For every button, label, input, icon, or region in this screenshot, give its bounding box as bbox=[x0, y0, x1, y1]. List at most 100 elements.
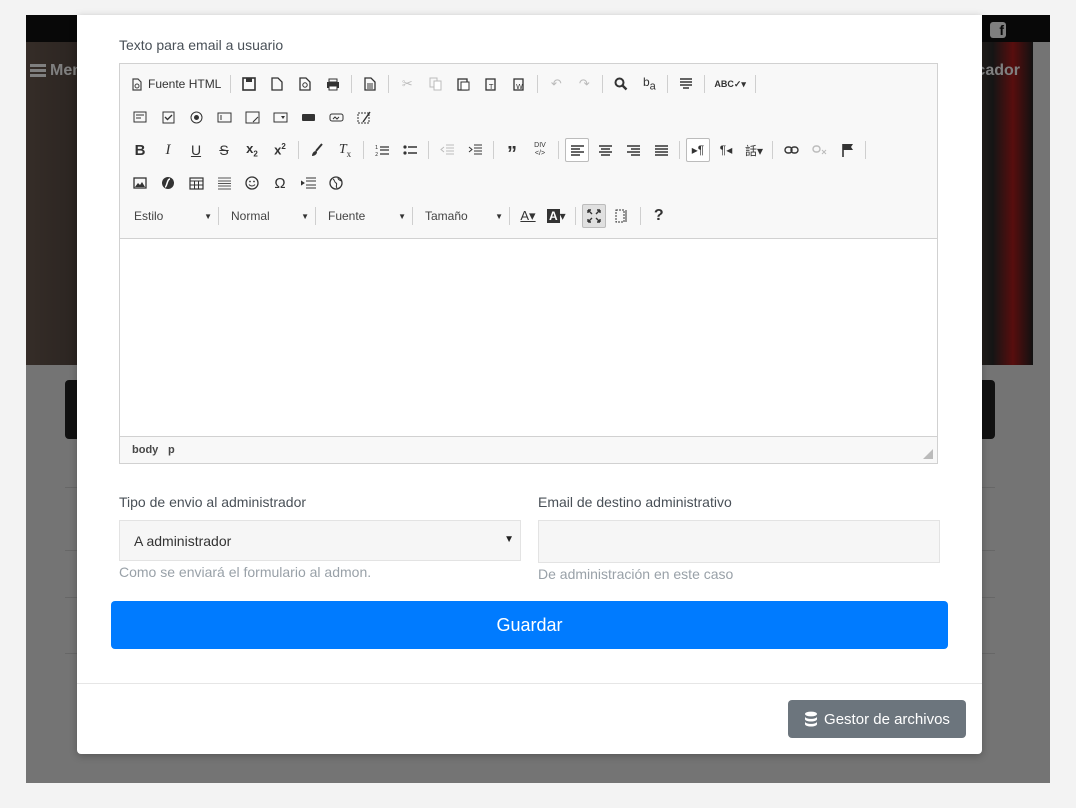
horizontal-rule-button[interactable] bbox=[212, 171, 236, 195]
admin-send-type-label: Tipo de envio al administrador bbox=[119, 494, 307, 510]
save-button[interactable]: Guardar bbox=[111, 601, 948, 649]
language-button[interactable]: 話▾ bbox=[742, 138, 766, 162]
ltr-direction-button[interactable]: ▸¶ bbox=[686, 138, 710, 162]
file-manager-label: Gestor de archivos bbox=[824, 710, 950, 728]
paste-button[interactable] bbox=[451, 72, 475, 96]
text-field-button[interactable] bbox=[212, 105, 236, 129]
spellcheck-button[interactable]: ABC✓▾ bbox=[711, 72, 749, 96]
italic-icon: I bbox=[165, 141, 171, 158]
flash-button[interactable] bbox=[156, 171, 180, 195]
save-doc-button[interactable] bbox=[237, 72, 261, 96]
align-right-button[interactable] bbox=[621, 138, 645, 162]
select-all-button[interactable] bbox=[674, 72, 698, 96]
database-icon bbox=[805, 711, 818, 727]
format-combo[interactable]: Normal ▼ bbox=[225, 204, 313, 228]
new-page-icon bbox=[271, 77, 284, 91]
remove-format-icon: Tx bbox=[338, 141, 352, 159]
about-button[interactable]: ? bbox=[647, 204, 671, 228]
image-button-field-button[interactable] bbox=[324, 105, 348, 129]
blockquote-button[interactable]: ” bbox=[500, 138, 524, 164]
italic-button[interactable]: I bbox=[156, 138, 180, 162]
rtl-direction-button[interactable]: ¶◂ bbox=[714, 138, 738, 162]
chevron-down-icon: ▼ bbox=[204, 211, 212, 221]
caret-down-icon: ▼ bbox=[504, 534, 514, 545]
print-button[interactable] bbox=[321, 72, 345, 96]
file-manager-button[interactable]: Gestor de archivos bbox=[788, 700, 966, 738]
path-p[interactable]: p bbox=[168, 444, 175, 456]
paste-word-button[interactable]: W bbox=[507, 72, 531, 96]
page-break-button[interactable] bbox=[296, 171, 320, 195]
align-center-button[interactable] bbox=[593, 138, 617, 162]
cut-button[interactable]: ✂ bbox=[395, 72, 419, 96]
form-modal: Texto para email a usuario Fuente HTML ✂ bbox=[77, 15, 982, 754]
bulleted-list-button[interactable] bbox=[398, 138, 422, 162]
show-blocks-icon bbox=[615, 209, 627, 223]
toolbar-separator bbox=[639, 207, 641, 225]
hidden-field-button[interactable] bbox=[352, 105, 376, 129]
link-button[interactable] bbox=[779, 138, 803, 162]
toolbar-separator bbox=[509, 207, 510, 225]
email-text-label: Texto para email a usuario bbox=[119, 37, 284, 53]
replace-button[interactable]: ba bbox=[637, 72, 661, 96]
checkbox-button[interactable] bbox=[156, 105, 180, 129]
image-button[interactable] bbox=[128, 171, 152, 195]
preview-button[interactable] bbox=[293, 72, 317, 96]
bold-button[interactable]: B bbox=[128, 138, 152, 162]
iframe-button[interactable] bbox=[324, 171, 348, 195]
help-icon: ? bbox=[653, 207, 664, 224]
paste-icon bbox=[457, 78, 470, 91]
toolbar-separator bbox=[574, 207, 576, 225]
div-container-button[interactable]: DIV </> bbox=[528, 138, 552, 162]
chevron-down-icon: ▼ bbox=[398, 211, 406, 221]
numbered-list-button[interactable]: 12 bbox=[370, 138, 394, 162]
copy-button[interactable] bbox=[423, 72, 447, 96]
unlink-button[interactable] bbox=[807, 138, 831, 162]
special-char-button[interactable]: Ω bbox=[268, 171, 292, 195]
templates-button[interactable] bbox=[358, 72, 382, 96]
size-combo[interactable]: Tamaño ▼ bbox=[419, 204, 507, 228]
underline-button[interactable]: U bbox=[184, 138, 208, 162]
editor-content-area[interactable] bbox=[120, 239, 937, 439]
form-button[interactable] bbox=[128, 105, 152, 129]
table-button[interactable] bbox=[184, 171, 208, 195]
align-left-icon bbox=[570, 144, 584, 156]
subscript-button[interactable]: x2 bbox=[240, 138, 264, 162]
anchor-button[interactable] bbox=[835, 138, 859, 162]
text-color-button[interactable]: A▾ bbox=[516, 204, 540, 228]
chevron-down-icon: ▼ bbox=[495, 211, 503, 221]
div-icon: DIV </> bbox=[534, 142, 546, 157]
toolbar-separator bbox=[363, 141, 364, 159]
justify-button[interactable] bbox=[649, 138, 673, 162]
admin-send-type-select[interactable]: A administrador ▼ bbox=[119, 520, 521, 561]
undo-button[interactable]: ↶ bbox=[544, 72, 568, 96]
admin-email-input[interactable] bbox=[538, 520, 940, 563]
redo-button[interactable]: ↷ bbox=[572, 72, 596, 96]
copy-format-button[interactable] bbox=[305, 138, 329, 162]
resize-grip-icon[interactable] bbox=[923, 449, 933, 459]
textarea-icon bbox=[245, 111, 259, 123]
maximize-button[interactable] bbox=[581, 204, 606, 228]
new-page-button[interactable] bbox=[265, 72, 289, 96]
font-combo[interactable]: Fuente ▼ bbox=[322, 204, 410, 228]
show-blocks-button[interactable] bbox=[610, 204, 634, 228]
align-left-button[interactable] bbox=[565, 138, 589, 162]
indent-button[interactable] bbox=[463, 138, 487, 162]
smiley-button[interactable] bbox=[240, 171, 264, 195]
radio-button[interactable] bbox=[184, 105, 208, 129]
path-body[interactable]: body bbox=[132, 444, 158, 456]
remove-format-button[interactable]: Tx bbox=[333, 138, 357, 162]
toolbar-separator bbox=[388, 75, 390, 93]
find-button[interactable] bbox=[609, 72, 633, 96]
toolbar-separator bbox=[351, 75, 353, 93]
source-button[interactable]: Fuente HTML bbox=[128, 72, 224, 96]
superscript-button[interactable]: x2 bbox=[268, 138, 292, 162]
toolbar-separator bbox=[412, 207, 413, 225]
strike-button[interactable]: S bbox=[212, 138, 236, 162]
textarea-button[interactable] bbox=[240, 105, 264, 129]
outdent-button[interactable] bbox=[435, 138, 459, 162]
select-field-button[interactable] bbox=[268, 105, 292, 129]
button-field-button[interactable] bbox=[296, 105, 320, 129]
bg-color-button[interactable]: A ▾ bbox=[544, 204, 569, 228]
paste-text-button[interactable]: T bbox=[479, 72, 503, 96]
style-combo[interactable]: Estilo ▼ bbox=[128, 204, 216, 228]
